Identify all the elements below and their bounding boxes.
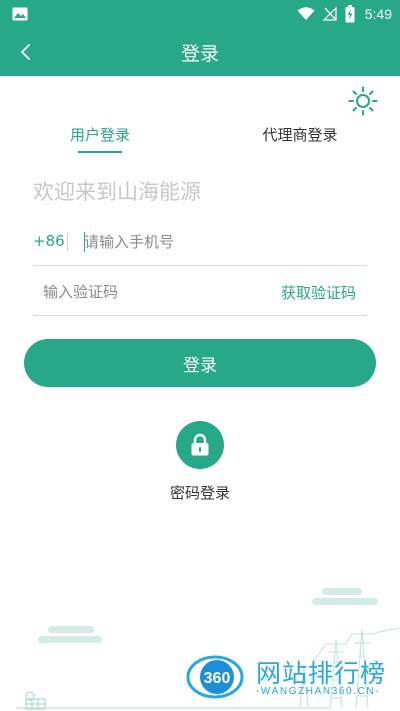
phone-field-row: +86 [33, 218, 367, 266]
verification-code-input[interactable] [43, 278, 263, 306]
watermark-subtitle: -WANGZHAN360.CN- [256, 686, 381, 697]
tab-active-indicator [78, 151, 122, 153]
battery-charging-icon [345, 5, 355, 23]
image-icon [12, 7, 28, 21]
app-header: 登录 [0, 28, 400, 76]
cloud-left [38, 626, 102, 643]
status-time: 5:49 [364, 6, 392, 22]
tab-agent-login[interactable]: 代理商登录 [240, 124, 360, 145]
country-code-divider [67, 233, 68, 251]
watermark-title: 网站排行榜 [256, 659, 387, 688]
lock-icon [191, 433, 209, 456]
page-title: 登录 [180, 43, 219, 65]
phone-input[interactable] [84, 228, 354, 256]
watermark-logo-text: 360 [204, 670, 231, 687]
signal-off-icon [322, 7, 337, 21]
welcome-text: 欢迎来到山海能源 [33, 180, 201, 204]
sun-icon[interactable] [348, 86, 378, 116]
country-code: +86 [33, 232, 65, 250]
tab-user-login[interactable]: 用户登录 [40, 124, 160, 145]
watermark: 360 网站排行榜 -WANGZHAN360.CN- [186, 650, 400, 708]
wifi-icon [297, 7, 315, 20]
status-bar: 5:49 [0, 0, 400, 28]
password-login-label[interactable]: 密码登录 [0, 482, 400, 503]
cloud-right [312, 588, 378, 605]
login-button-label: 登录 [183, 355, 217, 376]
login-button[interactable]: 登录 [24, 339, 376, 387]
get-code-button[interactable]: 获取验证码 [281, 282, 356, 303]
code-field-row: 获取验证码 [33, 268, 367, 316]
login-tabs: 用户登录 代理商登录 [0, 124, 400, 156]
solar-panel-icon [25, 691, 46, 710]
watermark-logo: 360 [186, 655, 244, 699]
password-login-button[interactable] [176, 421, 224, 469]
